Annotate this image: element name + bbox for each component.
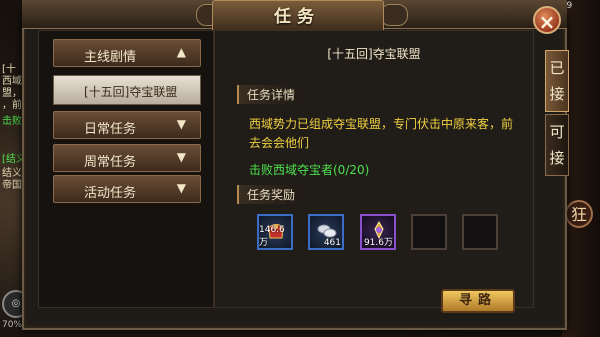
chevron-down-icon: ▼ (176, 181, 186, 195)
quest-category-sidebar: 主线剧情 ▲ [十五回]夺宝联盟 日常任务 ▼ 周常任务 ▼ 活动任务 ▼ (38, 30, 214, 308)
chat-line: [十 (2, 64, 16, 75)
quest-objective: 击败西域夺宝者(0/20) (249, 163, 370, 177)
category-label: 主线剧情 (84, 50, 137, 65)
reward-slot-empty (411, 214, 447, 250)
reward-slot[interactable]: 461 (308, 214, 344, 250)
category-label: 活动任务 (84, 186, 137, 201)
close-button[interactable]: × (533, 6, 561, 34)
tab-available[interactable]: 可 接 (545, 114, 569, 176)
level-percent: 70% (2, 320, 23, 330)
window-title: 任务 (274, 7, 320, 27)
category-label: 日常任务 (84, 122, 137, 137)
category-daily[interactable]: 日常任务 ▼ (53, 111, 201, 139)
silver-ingots-icon (317, 224, 337, 238)
category-label: 周常任务 (84, 155, 137, 170)
quest-detail-pane: [十五回]夺宝联盟 任务详情 西域势力已组成夺宝联盟，专门伏击中原来客，前去会会… (214, 30, 534, 313)
reward-slot[interactable]: 91.6万 (360, 214, 396, 250)
quest-item-current[interactable]: [十五回]夺宝联盟 (53, 75, 201, 105)
tab-label-top: 已 (549, 59, 565, 77)
title-ornament-right-icon (380, 4, 408, 26)
reward-quantity: 146.6万 (259, 225, 285, 248)
tab-label-bottom: 接 (549, 149, 565, 167)
find-path-button[interactable]: 寻路 (441, 289, 515, 313)
quest-item-label: [十五回]夺宝联盟 (84, 85, 178, 99)
category-event[interactable]: 活动任务 ▼ (53, 175, 201, 203)
chevron-down-icon: ▼ (176, 150, 186, 164)
chevron-down-icon: ▼ (176, 117, 186, 131)
category-main-story[interactable]: 主线剧情 ▲ (53, 39, 201, 67)
quest-description: 西域势力已组成夺宝联盟，专门伏击中原来客，前去会会他们 (249, 117, 514, 150)
chevron-up-icon: ▲ (176, 45, 186, 59)
details-header: 任务详情 (237, 85, 304, 104)
category-weekly[interactable]: 周常任务 ▼ (53, 144, 201, 172)
reward-quantity: 461 (323, 238, 341, 248)
tab-label-top: 可 (549, 123, 565, 141)
rage-skill-button[interactable]: 狂 (565, 200, 593, 228)
reward-slot[interactable]: 146.6万 (257, 214, 293, 250)
reward-quantity: 91.6万 (363, 238, 393, 248)
quest-title: [十五回]夺宝联盟 (327, 47, 421, 61)
chat-line: 帝国 (2, 180, 22, 191)
tab-label-bottom: 接 (549, 85, 565, 103)
reward-slot-empty (462, 214, 498, 250)
tab-accepted[interactable]: 已 接 (545, 50, 569, 112)
rewards-header: 任务奖励 (237, 185, 304, 204)
